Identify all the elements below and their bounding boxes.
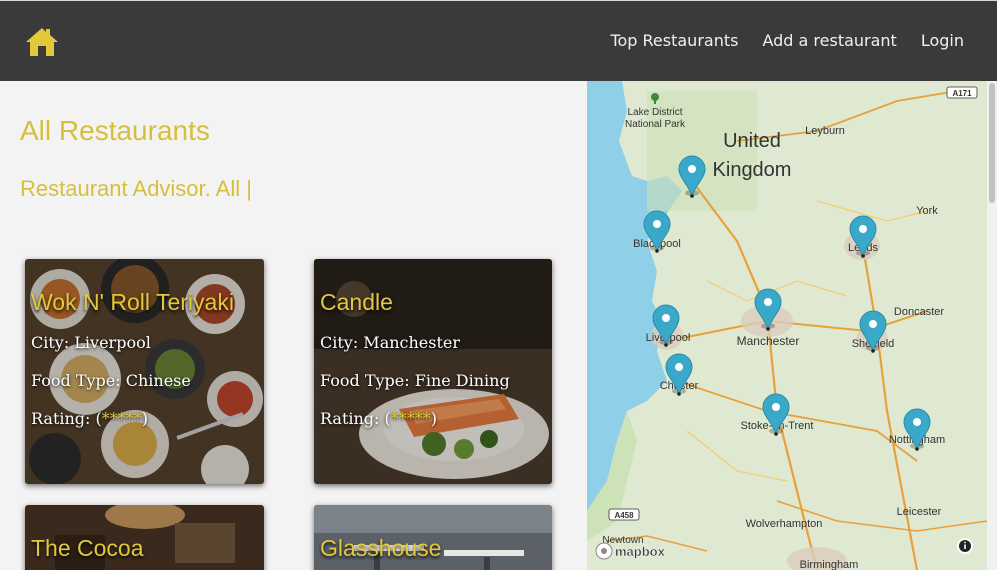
page-title: All Restaurants xyxy=(20,115,210,146)
map-label-city: Leyburn xyxy=(805,125,845,137)
restaurant-card[interactable]: Wok N' Roll Teriyaki City: Liverpool Foo… xyxy=(25,259,264,484)
map-road-label: A171 xyxy=(952,89,972,98)
restaurant-card[interactable]: Glasshouse xyxy=(314,505,552,570)
rating-prefix: Rating: ( xyxy=(31,409,102,428)
rating-prefix: Rating: ( xyxy=(320,409,391,428)
restaurant-food-type: Food Type: Fine Dining xyxy=(320,371,510,390)
map-road-label: A458 xyxy=(614,511,634,520)
rating-stars: ***** xyxy=(390,409,431,428)
restaurant-card[interactable]: The Cocoa xyxy=(25,505,264,570)
map-label-city: Doncaster xyxy=(894,306,944,318)
map-label-park: Lake District xyxy=(627,107,682,118)
info-icon[interactable] xyxy=(957,538,973,554)
restaurant-list-panel: All Restaurants Restaurant Advisor. All … xyxy=(0,81,587,570)
rating-suffix: ) xyxy=(430,409,438,428)
map-label-country: United xyxy=(723,130,781,152)
map-label-park: National Park xyxy=(625,119,686,130)
restaurant-rating: Rating: (*****) xyxy=(320,409,437,428)
nav-link-login[interactable]: Login xyxy=(921,31,964,50)
map-label-city: Birmingham xyxy=(800,559,859,570)
restaurant-food-type: Food Type: Chinese xyxy=(31,371,191,390)
restaurant-rating: Rating: (*****) xyxy=(31,409,148,428)
restaurant-name: Candle xyxy=(320,289,393,315)
rating-suffix: ) xyxy=(141,409,149,428)
home-icon[interactable] xyxy=(24,25,60,59)
mapbox-logo: mapbox xyxy=(595,542,666,560)
map-label-city: York xyxy=(916,205,938,217)
map[interactable]: Lake District National Park United Kingd… xyxy=(587,81,987,570)
page-scrollbar[interactable] xyxy=(987,81,997,570)
nav-links: Top Restaurants Add a restaurant Login xyxy=(610,31,964,50)
map-label-city: Leicester xyxy=(897,506,942,518)
restaurant-city: City: Manchester xyxy=(320,333,461,352)
map-label-city: Wolverhampton xyxy=(746,518,823,530)
map-label-city: Manchester xyxy=(737,334,800,348)
restaurant-card[interactable]: Candle City: Manchester Food Type: Fine … xyxy=(314,259,552,484)
nav-link-top-restaurants[interactable]: Top Restaurants xyxy=(610,31,738,50)
restaurant-name: Wok N' Roll Teriyaki xyxy=(31,289,234,315)
navbar: Top Restaurants Add a restaurant Login xyxy=(0,0,997,81)
map-canvas[interactable]: Lake District National Park United Kingd… xyxy=(587,81,987,570)
page-subtitle: Restaurant Advisor. All | xyxy=(20,176,252,201)
mapbox-attribution: mapbox xyxy=(615,544,666,559)
restaurant-name: Glasshouse xyxy=(320,535,442,561)
restaurant-city: City: Liverpool xyxy=(31,333,151,352)
rating-stars: ***** xyxy=(101,409,142,428)
map-label-country: Kingdom xyxy=(713,159,792,181)
scrollbar-thumb[interactable] xyxy=(989,83,995,203)
restaurant-name: The Cocoa xyxy=(31,535,144,561)
nav-link-add-restaurant[interactable]: Add a restaurant xyxy=(762,31,896,50)
